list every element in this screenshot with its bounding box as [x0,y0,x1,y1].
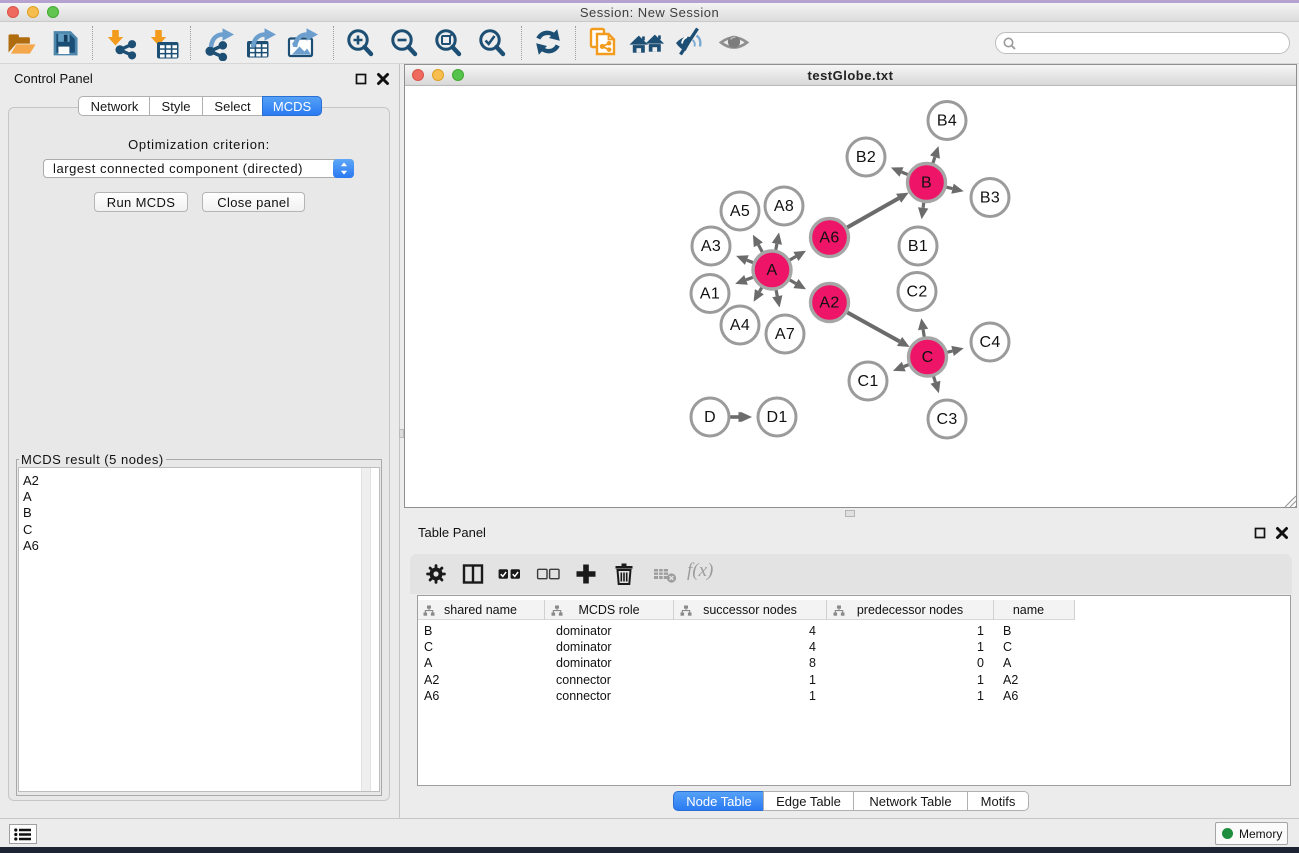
svg-text:A7: A7 [775,326,795,343]
svg-text:C2: C2 [906,284,927,301]
svg-text:C4: C4 [979,334,1000,351]
svg-text:B2: B2 [856,149,876,166]
svg-text:D: D [704,409,716,426]
svg-text:A3: A3 [701,238,721,255]
svg-text:B3: B3 [980,190,1000,207]
svg-text:A8: A8 [774,198,794,215]
svg-text:C1: C1 [857,373,878,390]
svg-text:C3: C3 [936,411,957,428]
svg-text:D1: D1 [766,409,787,426]
svg-text:A2: A2 [819,295,839,312]
svg-text:A1: A1 [700,286,720,303]
svg-text:B4: B4 [937,113,957,130]
svg-text:B: B [921,175,932,192]
svg-text:A5: A5 [730,203,750,220]
svg-text:B1: B1 [908,238,928,255]
svg-text:A6: A6 [819,230,839,247]
svg-text:A: A [767,262,778,279]
svg-text:A4: A4 [730,317,750,334]
svg-text:C: C [922,349,934,366]
